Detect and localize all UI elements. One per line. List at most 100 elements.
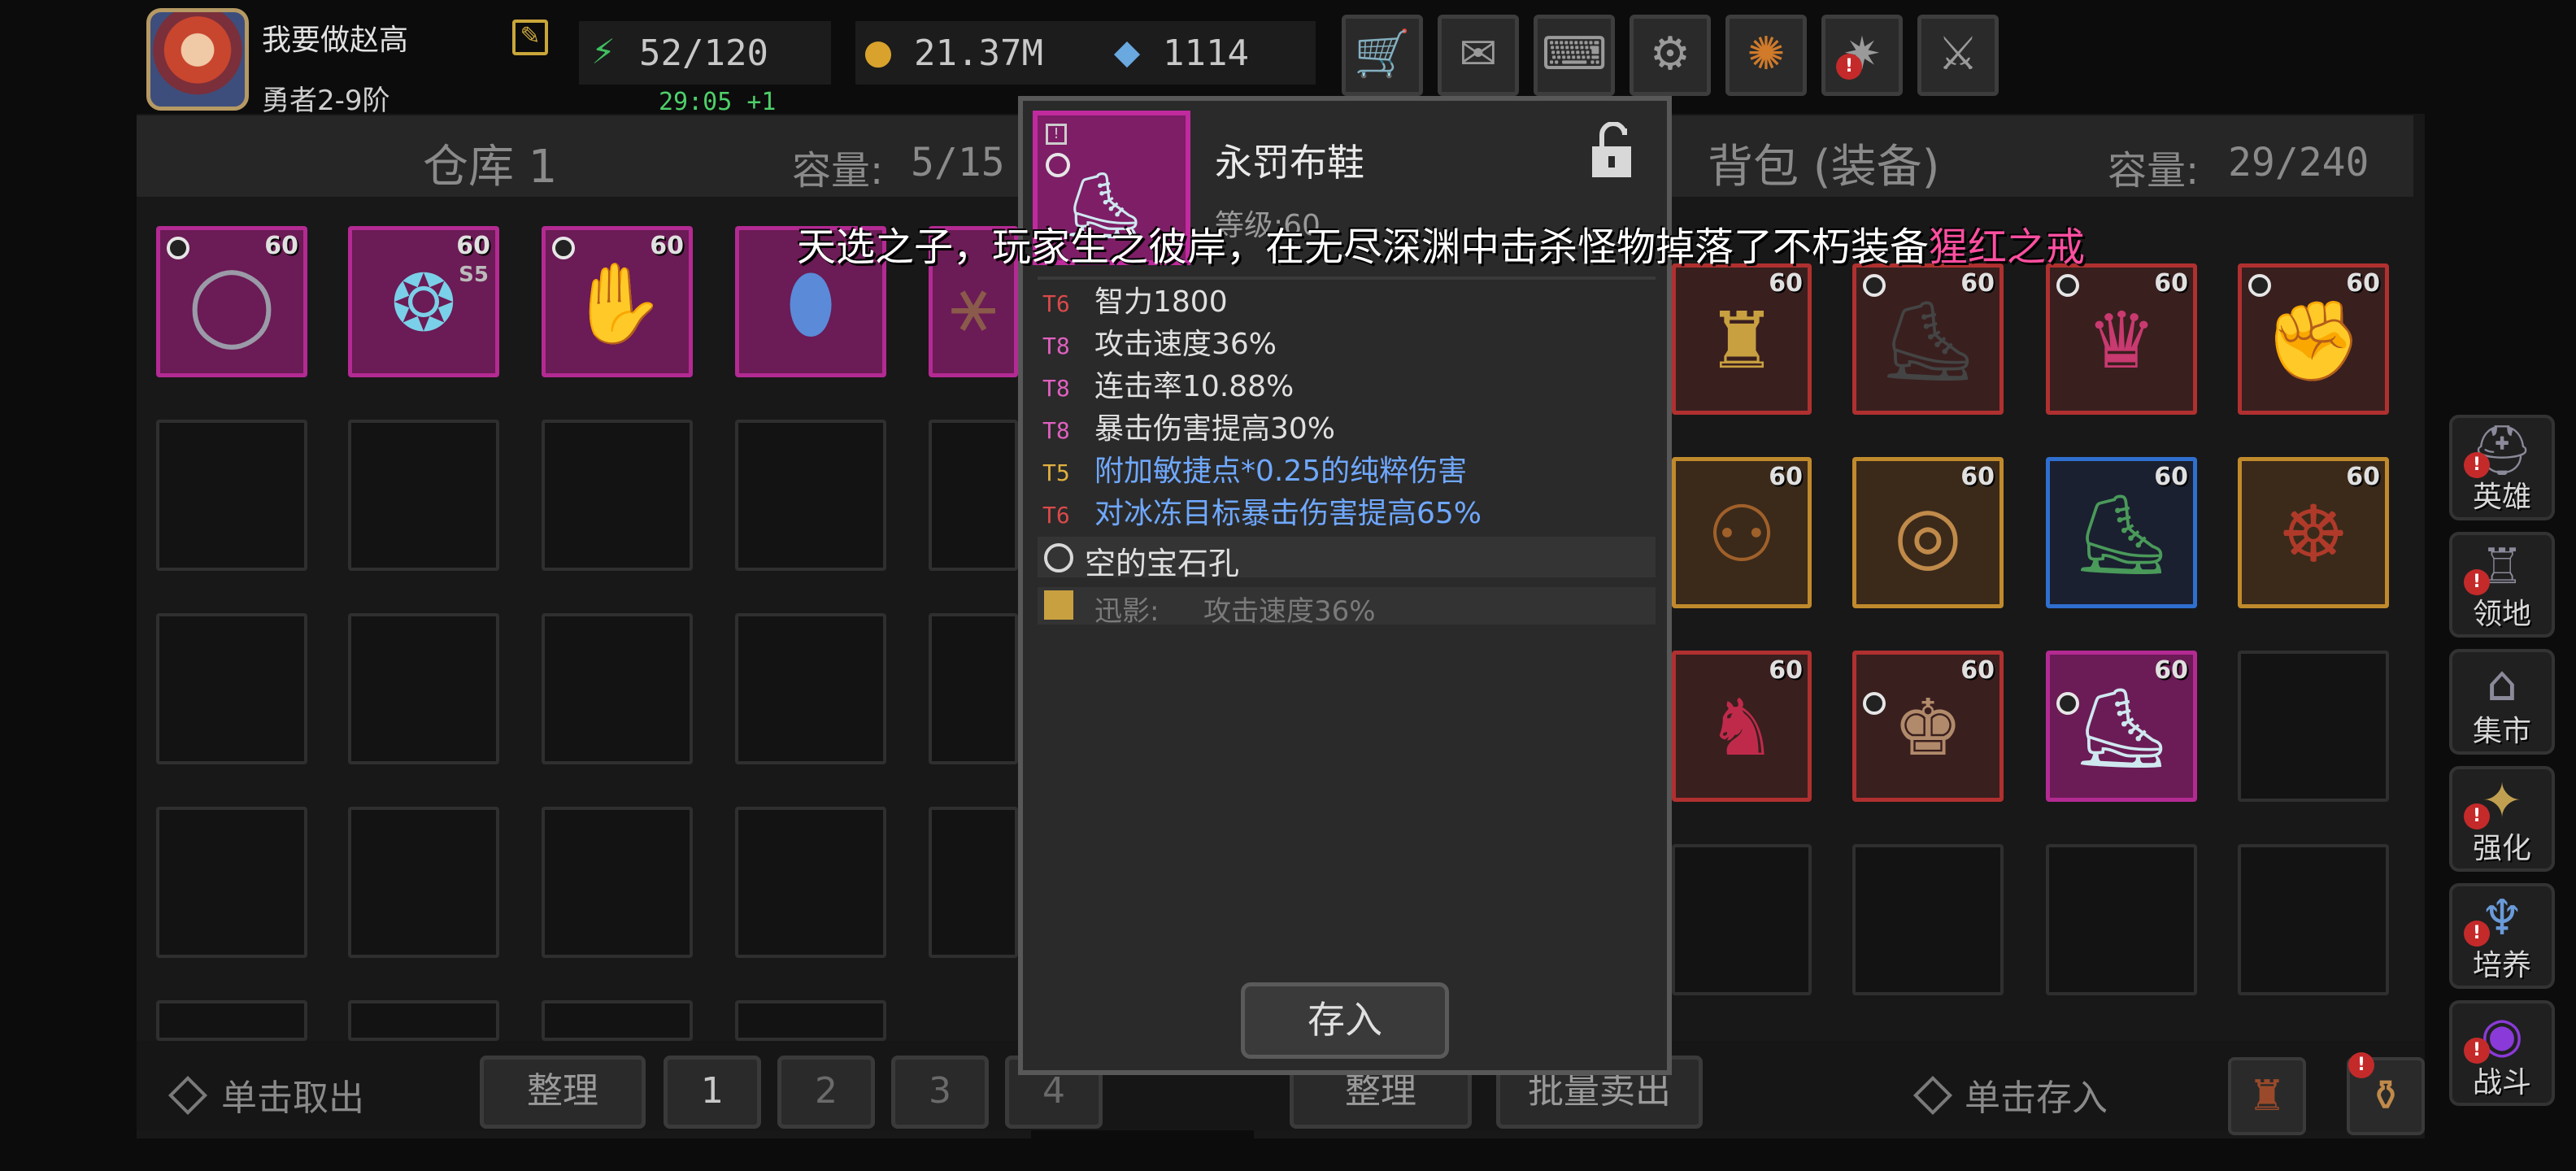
stat-tier: T6 xyxy=(1042,502,1070,529)
side-nav-market[interactable]: ⌂ 集市 xyxy=(2449,649,2555,755)
stat-tier: T6 xyxy=(1042,290,1070,317)
warehouse-slot[interactable] xyxy=(542,613,693,764)
backpack-slot[interactable]: ♛ 60 xyxy=(2046,263,2197,415)
warehouse-slot[interactable]: ❂ 60 S5 xyxy=(348,226,499,377)
mail-button[interactable]: ✉ xyxy=(1438,15,1519,96)
backpack-slot[interactable]: ⛸ 60 xyxy=(2046,457,2197,608)
warehouse-slot[interactable] xyxy=(735,613,886,764)
warehouse-slot[interactable] xyxy=(735,1000,886,1041)
player-avatar[interactable] xyxy=(146,8,249,111)
stat-text: 攻击速度36% xyxy=(1094,328,1277,361)
event-button[interactable]: ✷ xyxy=(1821,15,1903,96)
stat-text: 对冰冻目标暴击伤害提高65% xyxy=(1094,497,1482,530)
warehouse-page-3[interactable]: 3 xyxy=(891,1056,989,1129)
warehouse-slot[interactable]: ✋ 60 xyxy=(542,226,693,377)
warehouse-slot[interactable] xyxy=(929,420,1018,571)
event-icon: ✷ xyxy=(1843,28,1882,81)
armor-filter-icon[interactable]: ♜ xyxy=(2228,1057,2306,1135)
take-out-hint[interactable]: 单击取出 xyxy=(221,1069,364,1121)
item-level: 60 xyxy=(1769,269,1803,298)
unlock-icon[interactable] xyxy=(1589,122,1634,181)
item-level: 60 xyxy=(2346,269,2380,298)
backpack-capacity-label: 容量: xyxy=(2108,148,2200,194)
item-level: 60 xyxy=(2154,269,2188,298)
backpack-slot[interactable] xyxy=(2238,844,2389,995)
system-broadcast: 天选之子，玩家生之彼岸，在无尽深渊中击杀怪物掉落了不朽装备猩红之戒 xyxy=(797,215,2085,272)
backpack-slot[interactable]: ♜ 60 xyxy=(1672,263,1812,415)
warehouse-slot[interactable] xyxy=(156,807,307,958)
warehouse-slot[interactable] xyxy=(542,807,693,958)
territory-alert-badge: ! xyxy=(2464,569,2490,595)
warehouse-slot[interactable] xyxy=(735,420,886,571)
warehouse-slot[interactable] xyxy=(348,613,499,764)
item-level: 60 xyxy=(1769,463,1803,491)
gamepad-icon: ⌨ xyxy=(1541,28,1608,81)
stamina-display: ⚡ 52/120 xyxy=(579,21,831,85)
warehouse-title[interactable]: 仓库 1 xyxy=(423,130,557,196)
backpack-capacity-value: 29/240 xyxy=(2228,140,2369,185)
shop-cart-icon: 🛒 xyxy=(1354,28,1411,81)
player-rank: 勇者2-9阶 xyxy=(262,85,390,117)
gold-value: 21.37M xyxy=(914,33,1043,74)
gem-slot-row: 空的宝石孔 xyxy=(1038,537,1656,581)
warehouse-page-2[interactable]: 2 xyxy=(777,1056,875,1129)
edit-name-icon[interactable]: ✎ xyxy=(512,20,548,55)
warehouse-slot[interactable] xyxy=(156,613,307,764)
stat-text: 连击率10.88% xyxy=(1094,370,1295,403)
warehouse-slot[interactable] xyxy=(348,1000,499,1041)
side-nav-label: 集市 xyxy=(2472,715,2531,748)
market-icon: ⌂ xyxy=(2486,655,2518,712)
backpack-slot[interactable]: ⛸ 60 xyxy=(2046,651,2197,802)
warehouse-slot[interactable] xyxy=(542,1000,693,1041)
warehouse-page-1[interactable]: 1 xyxy=(664,1056,761,1129)
warehouse-sort-button[interactable]: 整理 xyxy=(480,1056,646,1129)
backpack-slot[interactable]: ♚ 60 xyxy=(1852,651,2004,802)
potion-alert-badge: ! xyxy=(2348,1052,2374,1078)
side-nav-label: 战斗 xyxy=(2472,1066,2531,1099)
broadcast-text: 天选之子，玩家生之彼岸，在无尽深渊中击杀怪物掉落了不朽装备 xyxy=(797,224,1930,270)
warehouse-slot[interactable]: ◯ 60 xyxy=(156,226,307,377)
warehouse-slot[interactable] xyxy=(929,613,1018,764)
info-icon: ! xyxy=(1046,124,1067,145)
lucky-wheel-button[interactable]: ✺ xyxy=(1725,15,1807,96)
event-alert-badge: ! xyxy=(1836,54,1862,80)
warehouse-slot[interactable] xyxy=(542,420,693,571)
backpack-slot[interactable] xyxy=(1672,844,1812,995)
warehouse-slot[interactable] xyxy=(735,807,886,958)
backpack-slot[interactable] xyxy=(2238,651,2389,802)
stat-text: 暴击伤害提高30% xyxy=(1094,412,1336,446)
side-nav-label: 强化 xyxy=(2472,832,2531,865)
settings-button[interactable]: ⚙ xyxy=(1630,15,1711,96)
item-level: 60 xyxy=(1960,463,1995,491)
backpack-slot[interactable]: ✊ 60 xyxy=(2238,263,2389,415)
backpack-slot[interactable]: ⛸ 60 xyxy=(1852,263,2004,415)
broadcast-item-name: 猩红之戒 xyxy=(1929,224,2086,270)
warehouse-slot[interactable] xyxy=(156,1000,307,1041)
item-level: 60 xyxy=(2346,463,2380,491)
battle-alert-badge: ! xyxy=(2464,1038,2490,1064)
battle-button[interactable]: ⚔ xyxy=(1917,15,1999,96)
warehouse-slot[interactable] xyxy=(929,807,1018,958)
empty-socket-icon xyxy=(1044,543,1073,572)
shop-button[interactable]: 🛒 xyxy=(1342,15,1423,96)
gem-value: 1114 xyxy=(1163,33,1249,74)
warehouse-slot[interactable] xyxy=(348,807,499,958)
warehouse-slot[interactable] xyxy=(348,420,499,571)
mail-icon: ✉ xyxy=(1459,28,1498,81)
warehouse-slot[interactable] xyxy=(156,420,307,571)
scroll-icon xyxy=(1044,590,1073,620)
warehouse-capacity-value: 5/15 xyxy=(911,140,1005,185)
gold-display: ● 21.37M xyxy=(855,21,1129,85)
gamepad-button[interactable]: ⌨ xyxy=(1534,15,1615,96)
hero-alert-badge: ! xyxy=(2464,452,2490,478)
backpack-slot[interactable]: ☸ 60 xyxy=(2238,457,2389,608)
deposit-hint[interactable]: 单击存入 xyxy=(1965,1069,2108,1121)
tooltip-stat-row: T8 攻击速度36% xyxy=(1042,320,1277,363)
backpack-slot[interactable] xyxy=(2046,844,2197,995)
backpack-slot[interactable]: ⚇ 60 xyxy=(1672,457,1812,608)
lightning-icon: ⚡ xyxy=(591,32,616,72)
deposit-button[interactable]: 存入 xyxy=(1241,982,1449,1059)
backpack-slot[interactable]: ♞ 60 xyxy=(1672,651,1812,802)
backpack-slot[interactable]: ◎ 60 xyxy=(1852,457,2004,608)
backpack-slot[interactable] xyxy=(1852,844,2004,995)
